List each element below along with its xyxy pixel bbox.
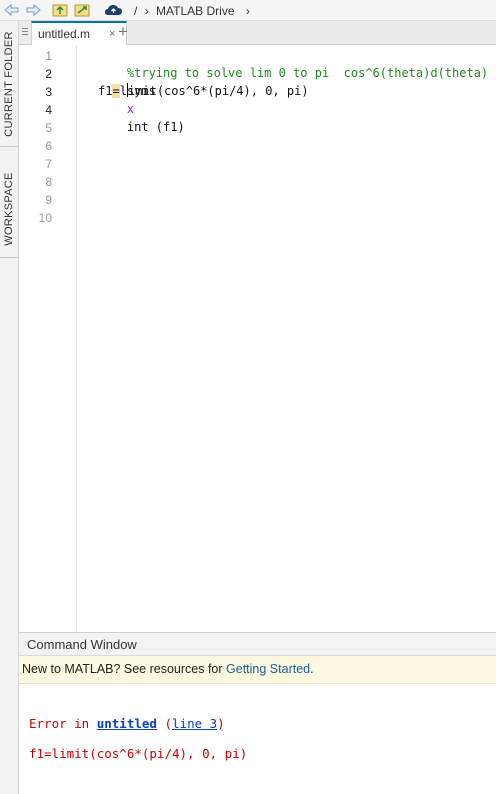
line-number: 10: [38, 211, 52, 225]
banner-period: .: [310, 662, 314, 676]
breadcrumb-root[interactable]: /: [134, 4, 137, 18]
tab-workspace[interactable]: WORKSPACE: [0, 160, 18, 258]
code-line3-rest: imit(cos^6*(pi/4), 0, pi): [127, 84, 309, 98]
line-number: 7: [45, 157, 52, 171]
banner-text: New to MATLAB? See resources for Getting…: [22, 662, 314, 676]
close-tab-icon[interactable]: ×: [109, 28, 115, 40]
getting-started-banner: New to MATLAB? See resources for Getting…: [19, 656, 496, 684]
breadcrumb: / › MATLAB Drive ›: [134, 3, 250, 18]
banner-message: New to MATLAB? See resources for: [22, 662, 227, 676]
line-number: 9: [45, 193, 52, 207]
up-folder-icon[interactable]: [51, 2, 69, 18]
breadcrumb-trailing-separator[interactable]: ›: [246, 4, 250, 18]
code-comment: %trying to solve lim 0 to pi cos^6(theta…: [126, 66, 489, 80]
side-panel-rail: CURRENT FOLDER WORKSPACE: [0, 21, 19, 794]
code-line-1[interactable]: %trying to solve lim 0 to pi cos^6(theta…: [98, 46, 488, 80]
current-folder-toolbar: / › MATLAB Drive ›: [0, 0, 496, 21]
line-number-gutter: 1 2 3 4 5 6 7 8 9 10: [19, 45, 77, 632]
error-file-link[interactable]: untitled: [97, 716, 157, 731]
code-line4: int (f1): [126, 120, 185, 134]
error-close-paren: ): [217, 716, 225, 731]
browse-folder-icon[interactable]: [73, 2, 91, 18]
line-number: 8: [45, 175, 52, 189]
code-line-2[interactable]: syms x: [98, 64, 156, 116]
matlab-drive-cloud-icon[interactable]: [104, 2, 124, 18]
error-prefix: Error in: [29, 716, 97, 731]
code-editor[interactable]: 1 2 3 4 5 6 7 8 9 10 %trying to solve li…: [19, 45, 496, 632]
tab-workspace-label: WORKSPACE: [3, 171, 15, 246]
code-line3-var: f1: [98, 84, 113, 98]
command-window: Command Window New to MATLAB? See resour…: [19, 632, 496, 794]
tab-current-folder-label: CURRENT FOLDER: [3, 30, 15, 137]
line-number: 5: [45, 121, 52, 135]
command-window-titlebar[interactable]: Command Window: [19, 633, 496, 656]
line-number: 2: [45, 67, 52, 81]
error-open-paren: (: [156, 716, 173, 731]
back-arrow-icon[interactable]: [3, 2, 21, 18]
getting-started-link[interactable]: Getting Started: [226, 662, 310, 676]
breadcrumb-separator: ›: [144, 3, 149, 18]
editor-tab-strip: untitled.m × +: [19, 21, 496, 45]
tab-untitled-m[interactable]: untitled.m ×: [31, 21, 127, 45]
line-number: 3: [45, 85, 52, 99]
error-code-line: f1=limit(cos^6*(pi/4), 0, pi): [29, 746, 248, 761]
code-line-4[interactable]: int (f1): [98, 100, 185, 134]
tab-file-name: untitled.m: [38, 27, 91, 41]
line-number: 4: [45, 103, 52, 117]
forward-arrow-icon[interactable]: [24, 2, 42, 18]
command-window-title: Command Window: [27, 637, 137, 652]
tab-current-folder[interactable]: CURRENT FOLDER: [0, 21, 18, 147]
line-number: 1: [45, 49, 52, 63]
line-number: 6: [45, 139, 52, 153]
error-message-line: Error in untitled (line 3): [29, 716, 225, 731]
code-line3-l: l: [119, 84, 127, 98]
code-line3-equals: =: [112, 84, 120, 98]
code-line-3[interactable]: f1=limit(cos^6*(pi/4), 0, pi): [98, 82, 309, 100]
tab-list-menu-icon[interactable]: [21, 26, 29, 38]
breadcrumb-matlab-drive[interactable]: MATLAB Drive: [156, 4, 234, 18]
add-tab-icon[interactable]: +: [118, 22, 128, 42]
error-line-link[interactable]: line 3: [172, 716, 217, 731]
